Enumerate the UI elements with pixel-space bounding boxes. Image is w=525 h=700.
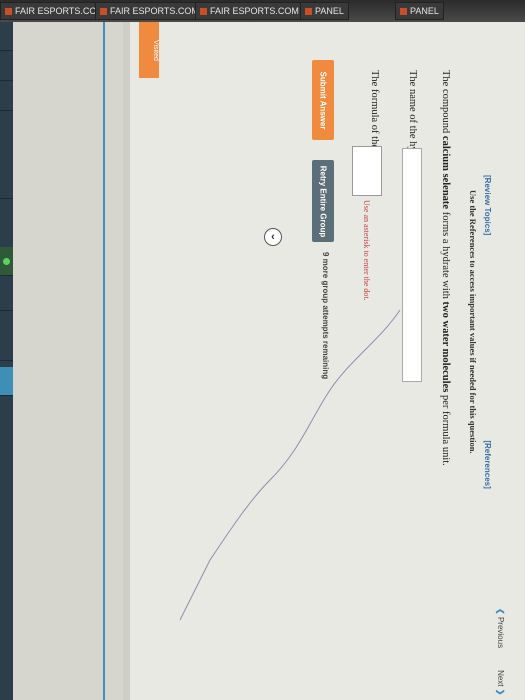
question-nav-column xyxy=(13,22,123,700)
previous-arrow-icon[interactable]: ❮ xyxy=(496,608,505,615)
collapse-chevron-icon[interactable]: ‹ xyxy=(264,228,282,246)
orange-tab-marker[interactable]: Visited xyxy=(139,22,159,78)
sidebar-item-current[interactable] xyxy=(0,367,13,396)
pencil-scribble xyxy=(179,309,401,621)
browser-tab-4[interactable]: PANEL xyxy=(300,2,349,20)
nav-divider xyxy=(103,22,105,700)
references-link[interactable]: [References] xyxy=(483,440,492,488)
pager: ❮ Previous Next ❯ xyxy=(496,608,505,695)
hydrate-formula-input[interactable] xyxy=(352,146,382,196)
retry-group-button[interactable]: Retry Entire Group xyxy=(312,160,334,242)
previous-link[interactable]: Previous xyxy=(496,617,505,648)
site-icon xyxy=(5,8,12,16)
sidebar-item-6[interactable] xyxy=(0,332,13,361)
browser-tab-2[interactable]: FAIR ESPORTS.COM xyxy=(95,2,204,20)
browser-tab-5[interactable]: PANEL xyxy=(395,2,444,20)
site-icon xyxy=(200,8,207,16)
browser-tab-1[interactable]: FAIR ESPORTS.COM xyxy=(0,2,109,20)
asterisk-hint: Use an asterisk to enter the dot. xyxy=(362,200,371,301)
review-topics-link[interactable]: [Review Topics] xyxy=(483,175,492,235)
sidebar-item-3[interactable] xyxy=(0,82,13,111)
browser-tab-3[interactable]: FAIR ESPORTS.COM xyxy=(195,2,304,20)
site-icon xyxy=(400,8,407,16)
left-sidebar xyxy=(0,22,13,700)
question-text: The compound calcium selenate forms a hy… xyxy=(440,70,451,466)
submit-answer-button[interactable]: Submit Answer xyxy=(312,60,334,140)
sidebar-item-1[interactable] xyxy=(0,22,13,51)
site-icon xyxy=(100,8,107,16)
browser-tab-strip: FAIR ESPORTS.COM FAIR ESPORTS.COM FAIR E… xyxy=(0,0,525,22)
next-link[interactable]: Next xyxy=(496,670,505,686)
sidebar-item-completed[interactable] xyxy=(0,247,13,276)
reference-note: Use the References to access important v… xyxy=(468,190,478,454)
sidebar-item-2[interactable] xyxy=(0,52,13,81)
sidebar-item-5[interactable] xyxy=(0,282,13,311)
header-links: [Review Topics] [References] xyxy=(483,175,492,489)
sidebar-item-4[interactable] xyxy=(0,170,13,199)
check-icon xyxy=(3,257,10,265)
next-arrow-icon[interactable]: ❯ xyxy=(496,689,505,696)
site-icon xyxy=(305,8,312,16)
